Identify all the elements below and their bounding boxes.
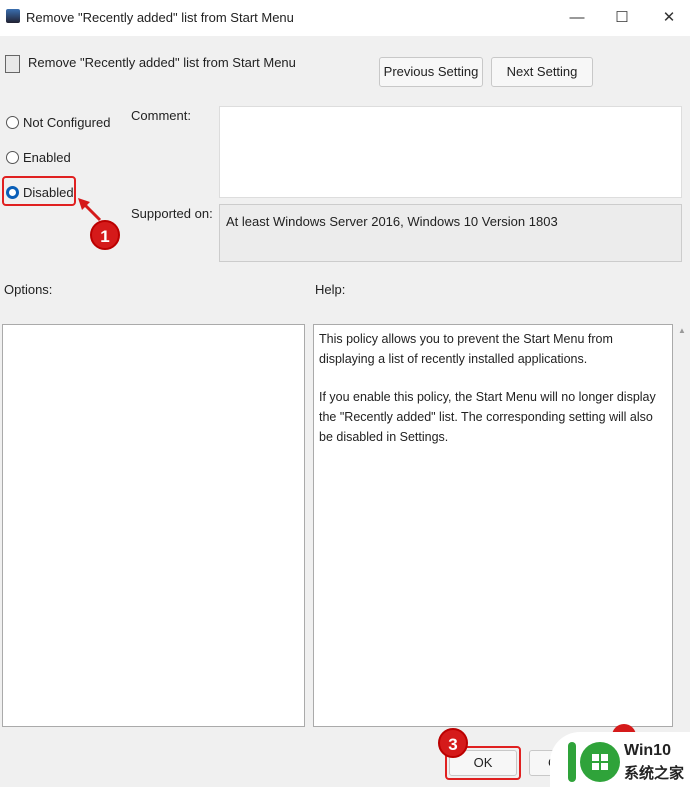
supported-on-value: At least Windows Server 2016, Windows 10… bbox=[219, 204, 682, 262]
help-label: Help: bbox=[315, 282, 346, 297]
radio-circle bbox=[6, 115, 19, 129]
minimize-button[interactable]: — bbox=[562, 6, 592, 30]
policy-icon bbox=[5, 55, 20, 73]
policy-name: Remove "Recently added" list from Start … bbox=[28, 55, 296, 70]
watermark: Win10 系统之家 bbox=[550, 732, 690, 787]
radio-circle-selected bbox=[6, 185, 19, 199]
radio-label: Disabled bbox=[23, 184, 74, 200]
window-title: Remove "Recently added" list from Start … bbox=[26, 10, 294, 25]
app-icon bbox=[6, 9, 20, 23]
step-badge-3: 3 bbox=[438, 728, 468, 758]
options-label: Options: bbox=[4, 282, 53, 297]
radio-label: Not Configured bbox=[23, 114, 111, 130]
comment-label: Comment: bbox=[131, 108, 191, 123]
comment-textarea[interactable] bbox=[219, 106, 682, 198]
watermark-subtext: 系统之家 bbox=[624, 764, 685, 782]
radio-enabled[interactable]: Enabled bbox=[6, 147, 71, 167]
maximize-button[interactable]: ☐ bbox=[607, 6, 637, 30]
help-paragraph: If you enable this policy, the Start Men… bbox=[319, 390, 656, 444]
previous-setting-button[interactable]: Previous Setting bbox=[379, 57, 483, 87]
options-panel bbox=[2, 324, 305, 727]
help-paragraph: This policy allows you to prevent the St… bbox=[319, 332, 613, 366]
radio-disabled[interactable]: Disabled bbox=[6, 182, 74, 202]
radio-label: Enabled bbox=[23, 149, 71, 165]
help-scrollbar[interactable]: ▲ bbox=[675, 326, 689, 726]
windows-logo-icon bbox=[580, 742, 620, 782]
close-button[interactable]: ✕ bbox=[654, 6, 684, 30]
help-panel: This policy allows you to prevent the St… bbox=[313, 324, 673, 727]
radio-not-configured[interactable]: Not Configured bbox=[6, 112, 110, 132]
radio-circle bbox=[6, 150, 19, 164]
supported-on-label: Supported on: bbox=[131, 206, 213, 221]
step-badge-1: 1 bbox=[90, 220, 120, 250]
watermark-text: Win10 bbox=[624, 742, 671, 759]
watermark-logo-bar bbox=[568, 742, 576, 782]
next-setting-button[interactable]: Next Setting bbox=[491, 57, 593, 87]
